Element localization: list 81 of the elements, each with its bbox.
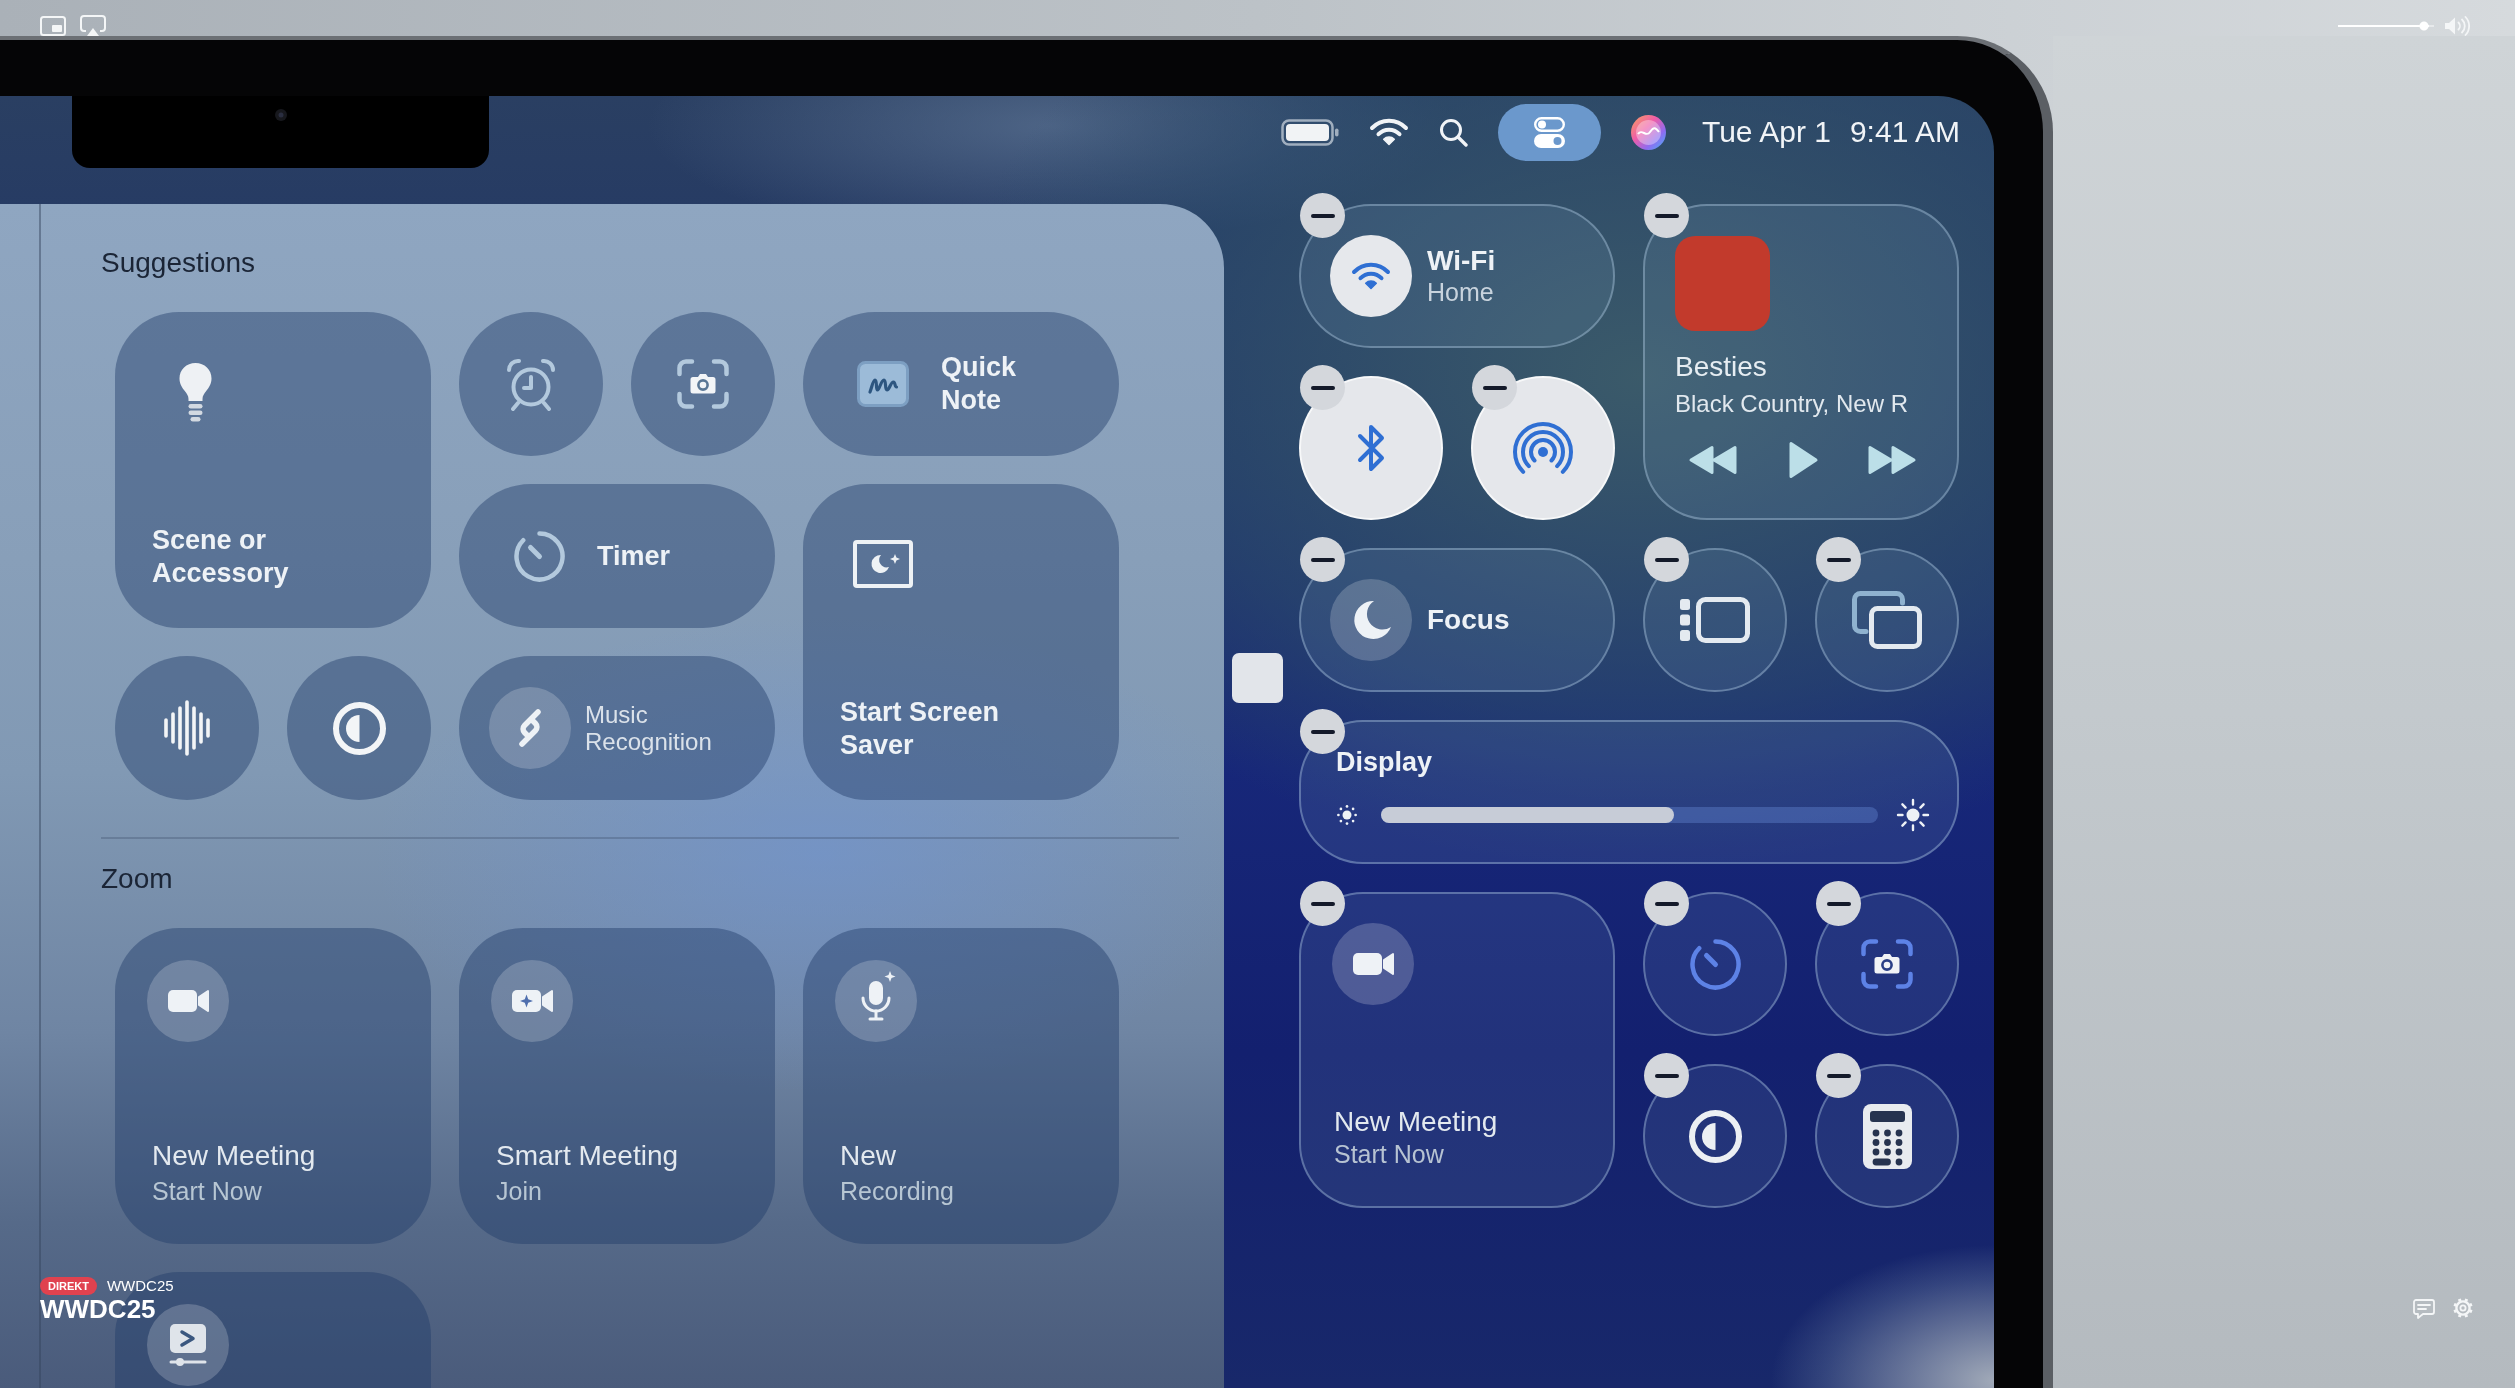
video-camera-icon: [147, 960, 229, 1042]
track-title: Besties: [1675, 351, 1768, 383]
control-tile[interactable]: New Meeting Start Now: [115, 928, 431, 1244]
control-pill[interactable]: Focus: [1299, 548, 1615, 692]
remove-button[interactable]: [1644, 537, 1689, 582]
fast-forward-button[interactable]: [1867, 445, 1917, 475]
control-tile[interactable]: Scene or Accessory: [115, 312, 431, 628]
remove-button[interactable]: [1300, 193, 1345, 238]
minus-icon: [1310, 557, 1335, 562]
remove-button[interactable]: [1300, 537, 1345, 582]
control-pill[interactable]: Wi-Fi Home: [1299, 204, 1615, 348]
minus-icon: [1654, 1073, 1679, 1078]
screenshot-icon: [1861, 939, 1913, 989]
screenshot-icon: [677, 359, 729, 409]
minus-icon: [1310, 901, 1335, 906]
minus-icon: [1826, 901, 1851, 906]
sidebar-window-icon: [1679, 596, 1751, 644]
control-tile[interactable]: Smart Meeting Join: [459, 928, 775, 1244]
rewind-button[interactable]: [1688, 445, 1738, 475]
broadcast-title: WWDC25: [40, 1295, 156, 1323]
lightbulb-icon: [177, 362, 213, 422]
minus-icon: [1826, 557, 1851, 562]
contrast-icon: [1688, 1109, 1742, 1163]
waveform-icon: [162, 700, 212, 756]
control-tile[interactable]: Start Screen Saver: [803, 484, 1119, 800]
control-tile[interactable]: New Recording: [803, 928, 1119, 1244]
s-curve-icon: [489, 687, 571, 769]
card-title: Display: [1336, 746, 1434, 778]
small-sun-icon: [1336, 804, 1358, 826]
minus-icon: [1654, 557, 1679, 562]
large-sun-icon: [1896, 798, 1930, 832]
timer-icon: [512, 529, 566, 583]
section-title: Suggestions: [101, 246, 257, 280]
remove-button[interactable]: [1816, 537, 1861, 582]
blank-square: [1232, 653, 1283, 703]
minus-icon: [1310, 729, 1335, 734]
menu-bar-time[interactable]: 9:41 AM: [1849, 114, 1960, 150]
remove-button[interactable]: [1644, 1053, 1689, 1098]
remove-button[interactable]: [1644, 881, 1689, 926]
section-title: Zoom: [101, 862, 174, 896]
control-pill[interactable]: Quick Note: [803, 312, 1119, 456]
control-tile[interactable]: New Meeting Start Now: [1299, 892, 1615, 1208]
overlapping-windows-icon: [1852, 591, 1922, 649]
menu-bar-button[interactable]: [1497, 103, 1601, 161]
signal-rings-icon: [1512, 421, 1574, 475]
artist-name: Black Country, New R: [1675, 390, 1909, 418]
minus-icon: [1826, 1073, 1851, 1078]
moon-screen-icon: [853, 540, 913, 588]
minus-icon: [1482, 385, 1507, 390]
remove-button[interactable]: [1816, 1053, 1861, 1098]
minus-icon: [1310, 385, 1335, 390]
fast-forward-icon: [1867, 445, 1917, 475]
remove-button[interactable]: [1300, 365, 1345, 410]
alarm-clock-icon: [506, 357, 556, 411]
menu-bar-date[interactable]: Tue Apr 1: [1701, 114, 1831, 150]
control-pill[interactable]: Timer: [459, 484, 775, 628]
minus-icon: [1310, 213, 1335, 218]
minus-icon: [1654, 901, 1679, 906]
calculator-icon: [1862, 1103, 1912, 1169]
channel-label: WWDC25: [106, 1277, 174, 1295]
remove-button[interactable]: [1472, 365, 1517, 410]
toggle-switches-icon: [1533, 116, 1565, 148]
sparkle-microphone-icon: [835, 960, 917, 1042]
remove-button[interactable]: [1644, 193, 1689, 238]
live-badge: DIREKT: [40, 1277, 97, 1295]
slider-track[interactable]: [1381, 807, 1878, 823]
contrast-icon: [332, 701, 386, 755]
rewind-icon: [1688, 445, 1738, 475]
timer-icon: [1688, 937, 1742, 991]
airplay-icon[interactable]: [80, 15, 106, 37]
control-pill[interactable]: Music Recognition: [459, 656, 775, 800]
battery-icon[interactable]: [1280, 118, 1339, 146]
sparkle-camera-icon: [491, 960, 573, 1042]
remove-button[interactable]: [1816, 881, 1861, 926]
note-icon: [857, 361, 909, 407]
remove-button[interactable]: [1300, 881, 1345, 926]
minus-icon: [1654, 213, 1679, 218]
camera-lens-icon: [274, 109, 287, 121]
wifi-icon[interactable]: [1368, 118, 1409, 146]
orb-icon[interactable]: [1630, 114, 1666, 150]
search-icon[interactable]: [1438, 117, 1468, 147]
